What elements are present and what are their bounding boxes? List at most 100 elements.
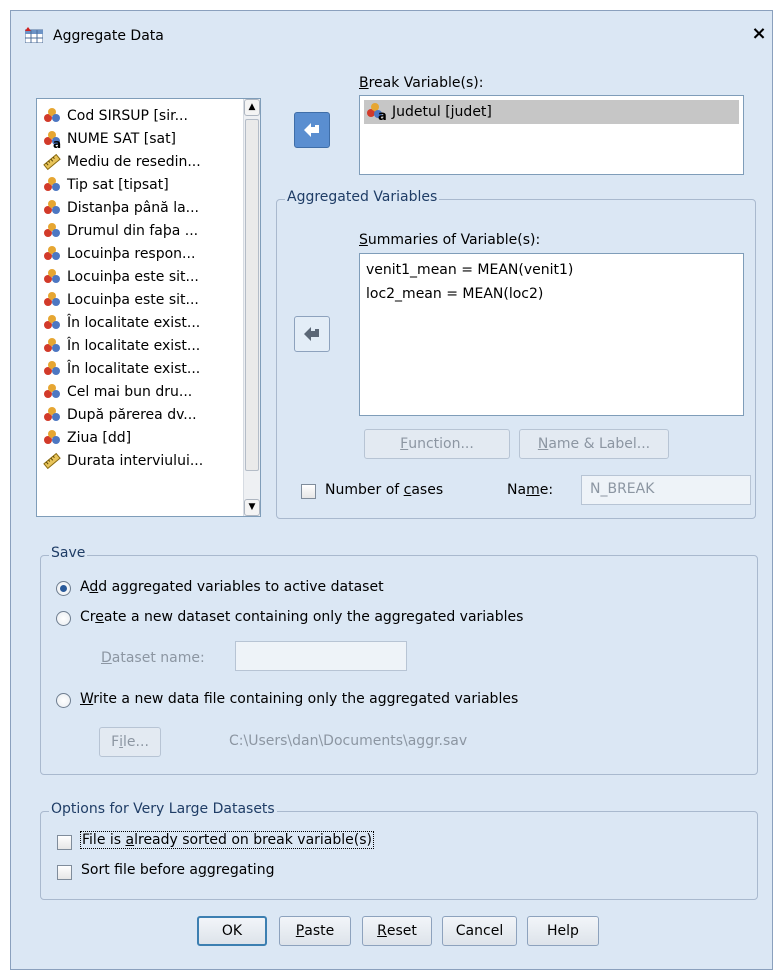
variable-label: Cod SIRSUP [sir... (67, 108, 188, 124)
variable-label: În localitate exist... (67, 338, 201, 354)
nominal-icon (43, 406, 61, 424)
already-sorted-label: File is already sorted on break variable… (80, 831, 374, 849)
already-sorted-checkbox[interactable] (57, 835, 72, 850)
variable-label: Tip sat [tipsat] (67, 177, 169, 193)
help-button[interactable]: Help (527, 916, 599, 946)
variable-list-item[interactable]: După părerea dv... (43, 404, 197, 426)
variable-label: Mediu de resedin... (67, 154, 201, 170)
file-path-text: C:\Users\dan\Documents\aggr.sav (229, 733, 468, 749)
create-new-dataset-label: Create a new dataset containing only the… (80, 609, 524, 625)
paste-button[interactable]: Paste (279, 916, 351, 946)
variable-label: Locuinþa este sit... (67, 269, 199, 285)
close-button[interactable]: × (748, 23, 770, 45)
variable-list-item[interactable]: Durata interviului... (43, 450, 203, 472)
add-to-active-dataset-label: Add aggregated variables to active datas… (80, 579, 384, 595)
nominal-string-icon: a (367, 103, 387, 121)
variable-label: Cel mai bun dru... (67, 384, 193, 400)
nominal-icon (43, 314, 61, 332)
variable-list-item[interactable]: Tip sat [tipsat] (43, 174, 169, 196)
add-to-active-dataset-radio[interactable] (56, 581, 71, 596)
variable-label: NUME SAT [sat] (67, 131, 177, 147)
svg-text:a: a (378, 109, 387, 121)
summaries-label: Summaries of Variable(s): (359, 232, 541, 248)
break-variable-text: Judetul [judet] (392, 104, 492, 120)
summary-item[interactable]: venit1_mean = MEAN(venit1) (364, 258, 739, 282)
write-new-file-label: Write a new data file containing only th… (80, 691, 519, 707)
dataset-name-label: Dataset name: (101, 650, 205, 666)
nominal-string-icon: a (43, 130, 61, 151)
sort-before-aggregating-checkbox[interactable] (57, 865, 72, 880)
number-of-cases-label: Number of cases (325, 482, 444, 498)
title-bar: Aggregate Data × (11, 11, 772, 55)
variable-list-item[interactable]: Mediu de resedin... (43, 151, 201, 173)
move-to-summaries-button[interactable] (294, 316, 330, 352)
arrow-right-icon (304, 327, 319, 341)
scroll-thumb[interactable] (245, 119, 259, 471)
variable-label: Distanþa până la... (67, 200, 200, 216)
variable-label: Locuinþa este sit... (67, 292, 199, 308)
variable-list-item[interactable]: Distanþa până la... (43, 197, 199, 219)
nominal-icon (43, 199, 61, 217)
nominal-icon (43, 245, 61, 263)
summaries-list[interactable]: venit1_mean = MEAN(venit1) loc2_mean = M… (359, 253, 744, 416)
nominal-icon (43, 222, 61, 240)
break-variables-label: Break Variable(s): (359, 75, 484, 91)
variable-list-item[interactable]: Locuinþa este sit... (43, 266, 199, 288)
variable-label: În localitate exist... (67, 315, 201, 331)
break-variable-item[interactable]: a Judetul [judet] (364, 100, 739, 124)
window-title: Aggregate Data (53, 28, 164, 44)
variable-list-item[interactable]: Cel mai bun dru... (43, 381, 192, 403)
variable-list-item[interactable]: Drumul din faþa ... (43, 220, 198, 242)
name-label: Name: (507, 482, 554, 498)
write-new-file-radio[interactable] (56, 693, 71, 708)
nominal-icon (43, 383, 61, 401)
variable-label: După părerea dv... (67, 407, 197, 423)
move-to-break-button[interactable] (294, 112, 330, 148)
aggregate-data-dialog: Aggregate Data × Cod SIRSUP [sir... a NUME… (10, 10, 773, 970)
variable-label: În localitate exist... (67, 361, 201, 377)
large-datasets-options-group (40, 811, 758, 900)
nominal-icon (43, 268, 61, 286)
source-variable-list[interactable]: Cod SIRSUP [sir... a NUME SAT [sat] Mediu d… (36, 98, 261, 517)
large-datasets-legend: Options for Very Large Datasets (49, 801, 277, 817)
scale-ruler-icon (43, 153, 61, 171)
number-of-cases-checkbox[interactable] (301, 484, 316, 499)
scale-ruler-icon (43, 452, 61, 470)
name-label-button[interactable]: Name & Label... (519, 429, 669, 459)
variable-list-item[interactable]: Cod SIRSUP [sir... (43, 105, 188, 127)
save-legend: Save (49, 545, 88, 561)
nominal-icon (43, 360, 61, 378)
summary-item[interactable]: loc2_mean = MEAN(loc2) (364, 282, 739, 306)
variable-label: Durata interviului... (67, 453, 204, 469)
ok-button[interactable]: OK (197, 916, 267, 946)
close-icon: × (751, 23, 767, 44)
arrow-right-icon (304, 123, 319, 137)
aggregate-app-icon (25, 27, 43, 43)
aggregated-variables-legend: Aggregated Variables (285, 189, 440, 205)
variable-list-item[interactable]: Ziua [dd] (43, 427, 131, 449)
nominal-icon (43, 337, 61, 355)
variable-label: Ziua [dd] (67, 430, 132, 446)
reset-button[interactable]: Reset (362, 916, 432, 946)
variable-list-item[interactable]: În localitate exist... (43, 335, 200, 357)
variable-list-item[interactable]: În localitate exist... (43, 358, 200, 380)
create-new-dataset-radio[interactable] (56, 611, 71, 626)
cancel-button[interactable]: Cancel (442, 916, 517, 946)
sort-before-aggregating-label: Sort file before aggregating (81, 862, 275, 878)
scroll-up-icon[interactable]: ▲ (244, 99, 260, 116)
break-name-field[interactable]: N_BREAK (581, 475, 751, 505)
nominal-icon (43, 107, 61, 125)
variable-list-item[interactable]: Locuinþa respon... (43, 243, 195, 265)
variable-label: Locuinþa respon... (67, 246, 196, 262)
variable-list-item[interactable]: Locuinþa este sit... (43, 289, 199, 311)
variable-list-scrollbar[interactable]: ▲ ▼ (243, 99, 260, 516)
variable-list-item[interactable]: a NUME SAT [sat] (43, 128, 177, 151)
scroll-down-icon[interactable]: ▼ (244, 499, 260, 516)
dataset-name-field[interactable] (235, 641, 407, 671)
svg-text:a: a (53, 137, 61, 148)
break-variables-list[interactable]: a Judetul [judet] (359, 95, 744, 175)
variable-list-item[interactable]: În localitate exist... (43, 312, 200, 334)
nominal-icon (43, 291, 61, 309)
file-button[interactable]: Fi le... (99, 727, 161, 757)
function-button[interactable]: Function... (364, 429, 510, 459)
